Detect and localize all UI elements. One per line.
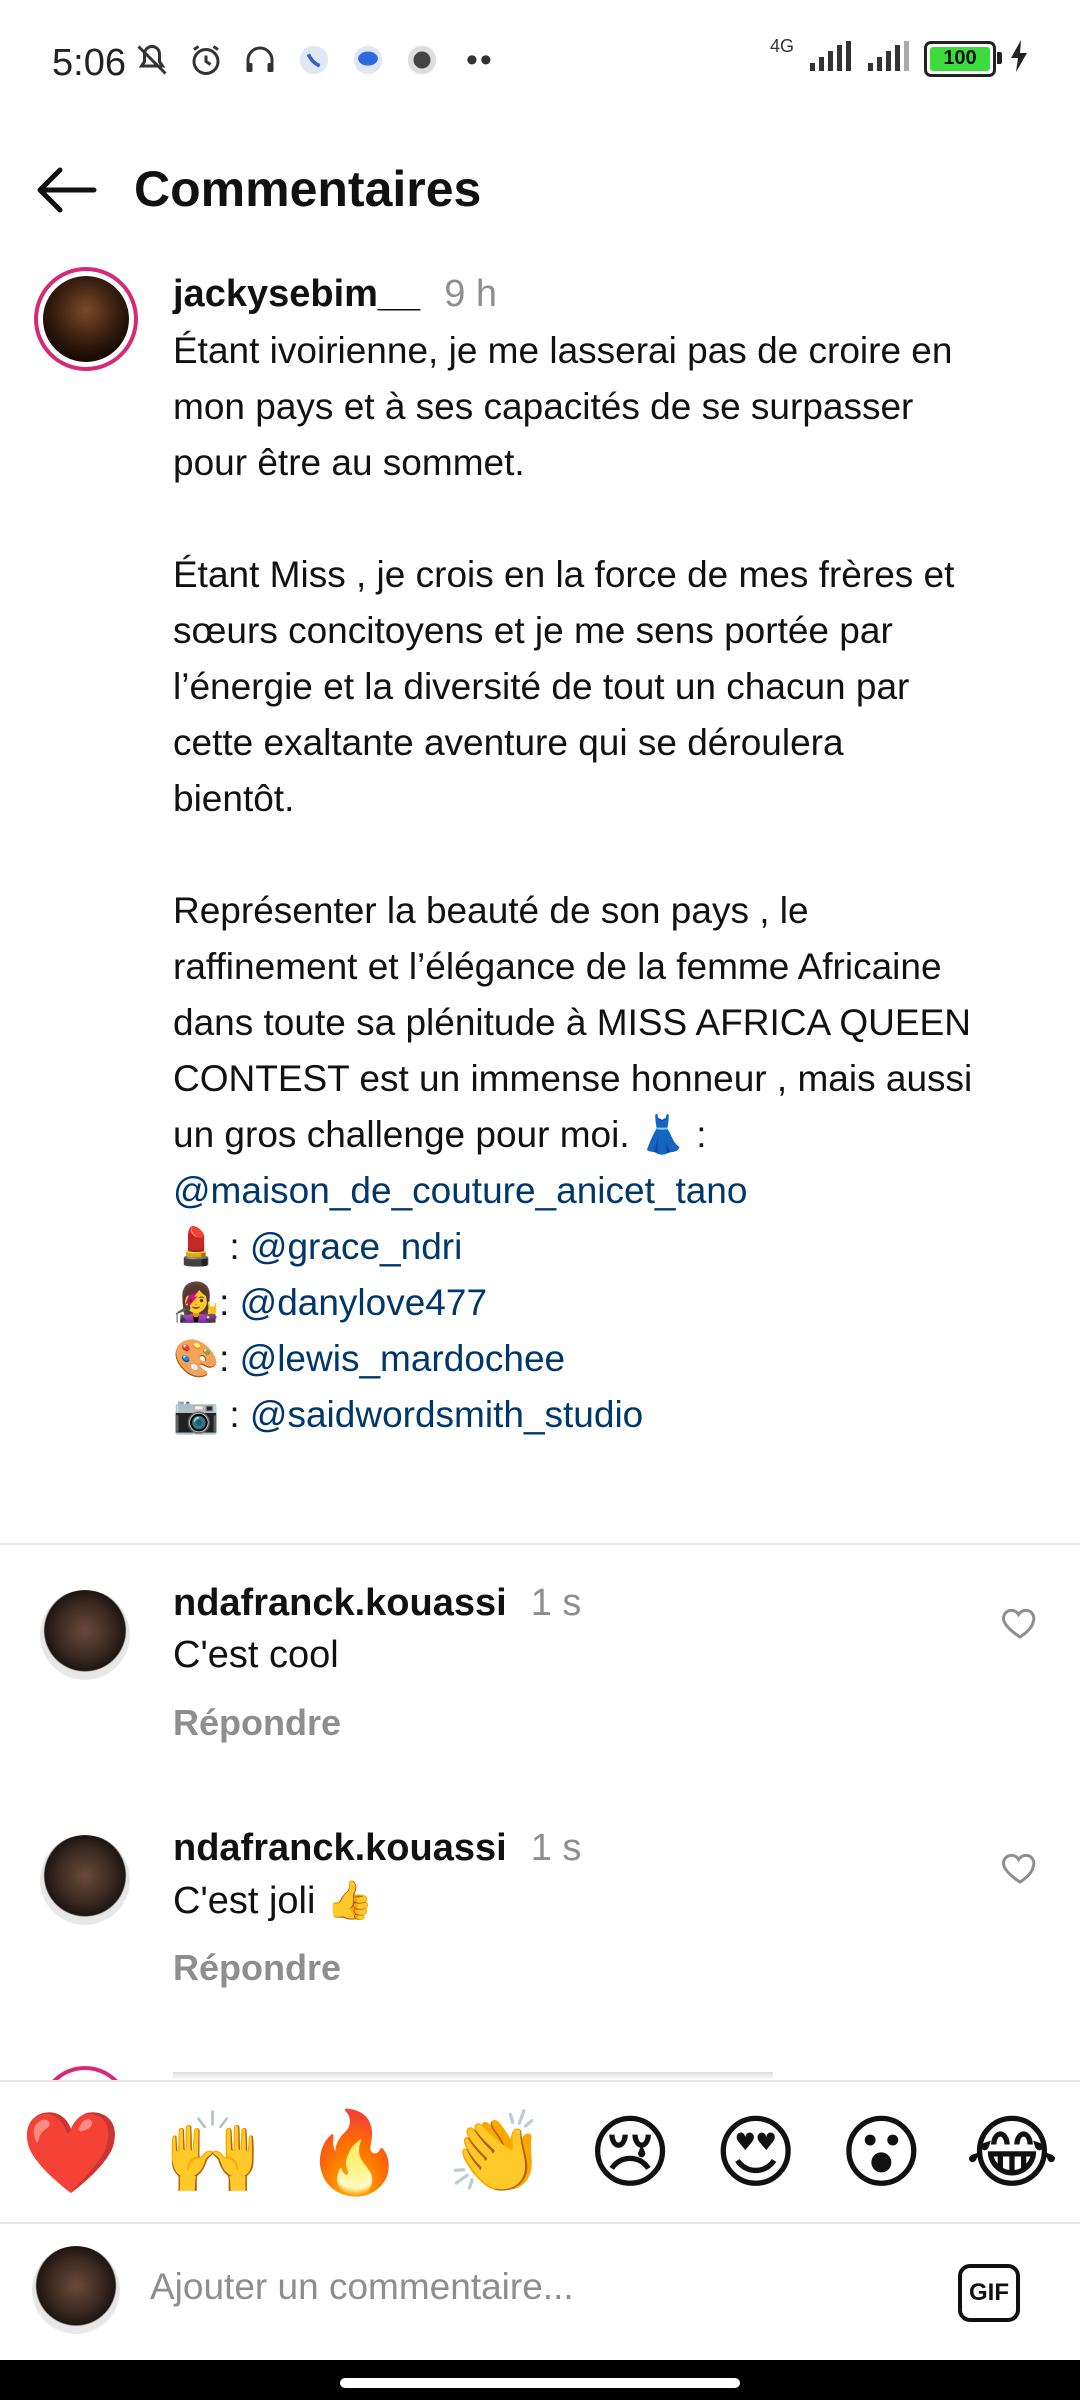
home-gesture-handle[interactable] — [340, 2378, 740, 2388]
arrow-left-icon — [37, 167, 97, 213]
emoji-laughing[interactable]: 😂 — [965, 2113, 1058, 2193]
status-system-icons: 4G 100 — [770, 36, 1028, 77]
comment-composer: Ajouter un commentaire... GIF — [0, 2222, 1080, 2362]
reply-button[interactable]: Répondre — [173, 1702, 341, 1744]
status-time: 5:06 — [52, 42, 126, 84]
credit-line: 👩‍🎤: @danylove477 — [173, 1282, 488, 1323]
app-icon — [294, 40, 334, 80]
caption-paragraph: Étant ivoirienne, je me lasserai pas de … — [173, 330, 953, 483]
avatar[interactable] — [34, 267, 138, 371]
status-bar: 5:06 •• 4G 100 — [0, 0, 1080, 130]
comment-item: ndafranck.kouassi 1 s C'est joli 👍 Répond… — [0, 1827, 1080, 2027]
gif-button[interactable]: GIF — [958, 2264, 1020, 2322]
emoji-crying[interactable]: 😢 — [588, 2113, 671, 2193]
credit-line: @maison_de_couture_anicet_tano — [173, 1163, 973, 1219]
page-title: Commentaires — [134, 161, 482, 217]
emoji-quick-bar: ❤️ 🙌 🔥 👏 😢 😍 😮 😂 — [0, 2080, 1080, 2224]
timestamp: 1 s — [530, 1827, 582, 1869]
comment-header: ndafranck.kouassi 1 s — [173, 1582, 581, 1625]
battery-icon: 100 — [924, 40, 1002, 77]
mention-link[interactable]: @grace_ndri — [250, 1226, 462, 1267]
username[interactable]: ndafranck.kouassi — [173, 1582, 507, 1624]
credit-line: 💄 : @grace_ndri — [173, 1226, 463, 1267]
comment-text: C'est cool — [173, 1634, 339, 1676]
charging-icon — [1010, 40, 1028, 77]
mute-icon — [132, 40, 172, 80]
avatar[interactable] — [40, 1835, 130, 1925]
alarm-icon — [186, 40, 226, 80]
timestamp: 9 h — [444, 273, 498, 315]
mention-link[interactable]: @saidwordsmith_studio — [250, 1394, 643, 1435]
signal-icon — [808, 41, 852, 76]
mention-link[interactable]: @maison_de_couture_anicet_tano — [173, 1170, 747, 1211]
emoji-heart[interactable]: ❤️ — [21, 2113, 121, 2193]
credit-line: 📷 : @saidwordsmith_studio — [173, 1394, 644, 1435]
caption-header: jackysebim__ 9 h — [173, 273, 497, 316]
status-notification-icons: •• — [132, 40, 494, 80]
comment-cutoff — [173, 2072, 773, 2080]
avatar-cutoff — [40, 2066, 130, 2080]
like-heart-icon[interactable] — [1000, 1602, 1040, 1642]
top-app-bar: Commentaires — [0, 130, 1080, 250]
comment-header: ndafranck.kouassi 1 s — [173, 1827, 581, 1870]
username[interactable]: jackysebim__ — [173, 273, 420, 315]
system-nav-bar — [0, 2360, 1080, 2400]
back-button[interactable] — [30, 154, 102, 226]
comment-item: ndafranck.kouassi 1 s C'est cool Répondre — [0, 1582, 1080, 1782]
app-icon — [402, 40, 442, 80]
username[interactable]: ndafranck.kouassi — [173, 1827, 507, 1869]
caption-paragraph: Étant Miss , je crois en la force de mes… — [173, 554, 955, 819]
comment-text: C'est joli 👍 — [173, 1880, 374, 1922]
caption-text: Étant ivoirienne, je me lasserai pas de … — [173, 323, 973, 1443]
avatar — [32, 2246, 120, 2334]
caption-paragraph: Représenter la beauté de son pays , le r… — [173, 890, 973, 1155]
mention-link[interactable]: @lewis_mardochee — [240, 1338, 565, 1379]
mention-link[interactable]: @danylove477 — [240, 1282, 487, 1323]
emoji-raised-hands[interactable]: 🙌 — [163, 2113, 263, 2193]
chat-icon — [348, 40, 388, 80]
divider — [0, 1543, 1080, 1545]
like-heart-icon[interactable] — [1000, 1847, 1040, 1887]
more-notifications-icon: •• — [466, 40, 494, 79]
emoji-heart-eyes[interactable]: 😍 — [714, 2113, 797, 2193]
credit-line: 🎨: @lewis_mardochee — [173, 1338, 566, 1379]
reply-button[interactable]: Répondre — [173, 1947, 341, 1989]
emoji-clap[interactable]: 👏 — [447, 2113, 547, 2193]
battery-level: 100 — [943, 47, 977, 69]
timestamp: 1 s — [530, 1582, 582, 1624]
emoji-surprised[interactable]: 😮 — [840, 2113, 923, 2193]
signal-icon — [866, 41, 910, 76]
emoji-fire[interactable]: 🔥 — [305, 2113, 405, 2193]
avatar[interactable] — [40, 1590, 130, 1680]
headphones-icon — [240, 40, 280, 80]
comment-input[interactable]: Ajouter un commentaire... — [150, 2266, 574, 2308]
network-type: 4G — [769, 36, 794, 56]
